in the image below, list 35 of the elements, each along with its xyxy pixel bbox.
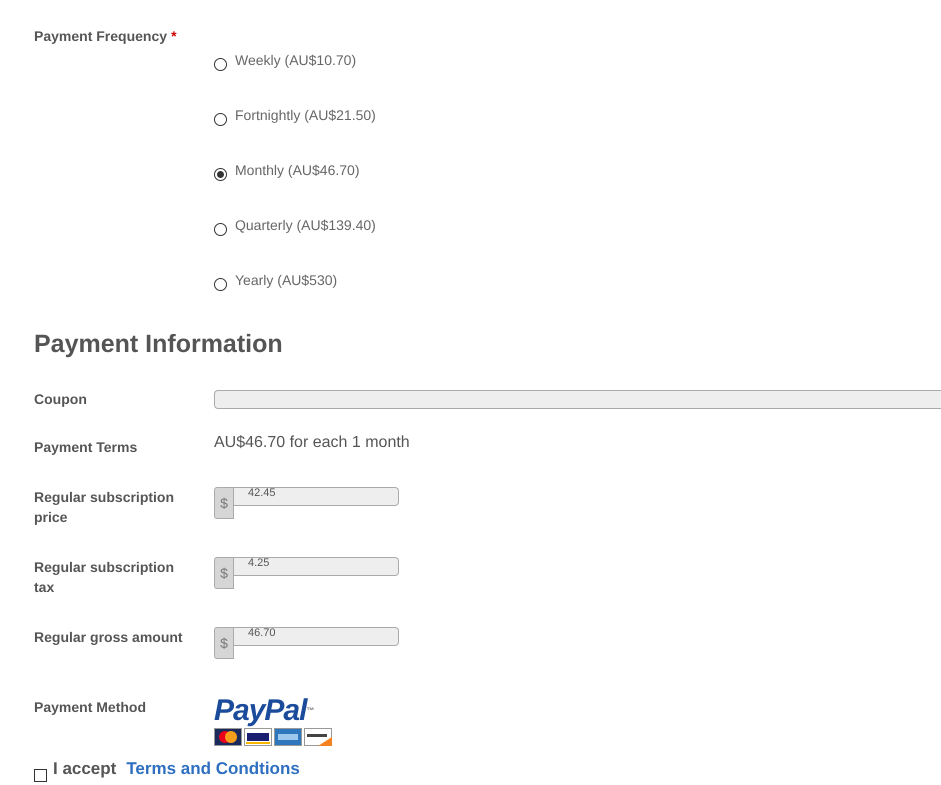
radio-button[interactable] xyxy=(214,58,227,71)
field-label: Regular gross amount xyxy=(34,628,184,647)
radio-button[interactable] xyxy=(214,278,227,291)
radio-label[interactable]: Weekly (AU$10.70) xyxy=(235,52,356,68)
paypal-logo[interactable]: PayPal™ xyxy=(214,697,941,725)
radio-label[interactable]: Fortnightly (AU$21.50) xyxy=(235,107,376,123)
field-label: Coupon xyxy=(34,390,88,409)
field-label: Payment Method xyxy=(34,698,148,717)
amount-field[interactable]: 42.45 xyxy=(234,487,399,506)
card-icon xyxy=(274,728,302,746)
radio-button[interactable] xyxy=(214,113,227,126)
amount-field[interactable]: 46.70 xyxy=(234,627,399,646)
terms-link[interactable]: Terms and Condtions xyxy=(126,759,300,779)
card-icon xyxy=(214,728,242,746)
radio-label[interactable]: Quarterly (AU$139.40) xyxy=(235,217,376,233)
coupon-field[interactable] xyxy=(214,390,941,409)
field-label: Payment Frequency xyxy=(34,28,168,44)
card-icon xyxy=(244,728,272,746)
radio-button[interactable] xyxy=(214,223,227,236)
required-mark: * xyxy=(171,28,177,44)
radio-label[interactable]: Monthly (AU$46.70) xyxy=(235,162,360,178)
checkbox[interactable] xyxy=(34,769,47,782)
payment-terms: AU$46.70 for each 1 month xyxy=(214,434,411,452)
radio-button[interactable] xyxy=(214,168,227,181)
currency-prefix: $ xyxy=(214,557,234,589)
field-label: Regular subscription price xyxy=(34,488,176,527)
amount-field[interactable]: 4.25 xyxy=(234,557,399,576)
accept-label: I accept xyxy=(53,759,116,779)
section-heading: Payment Information xyxy=(34,330,284,359)
field-label: Regular subscription tax xyxy=(34,558,176,597)
field-label: Payment Terms xyxy=(34,438,138,457)
card-icon xyxy=(304,728,332,746)
currency-prefix: $ xyxy=(214,487,234,519)
radio-label[interactable]: Yearly (AU$530) xyxy=(235,272,338,288)
currency-prefix: $ xyxy=(214,627,234,659)
